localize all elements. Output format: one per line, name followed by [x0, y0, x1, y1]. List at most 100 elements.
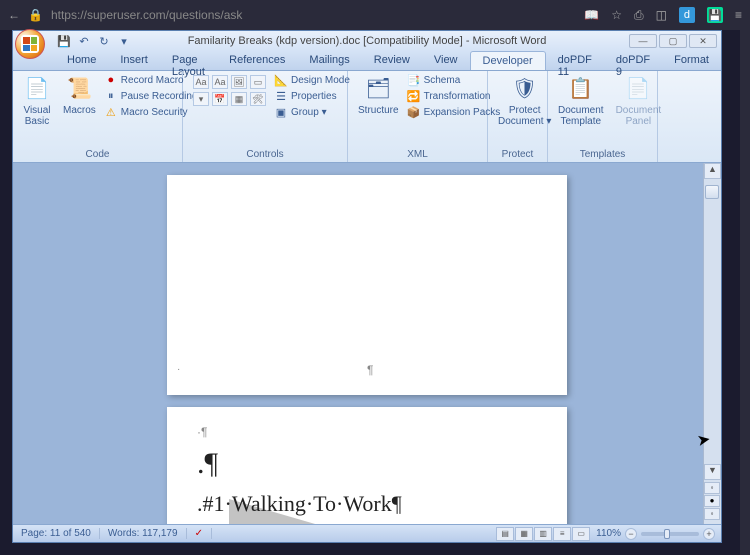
document-page-1[interactable]: · ¶	[167, 175, 567, 395]
block-control-icon[interactable]: ▦	[231, 92, 247, 106]
sidebar-icon[interactable]: ◫	[656, 8, 667, 22]
url-text[interactable]: https://superuser.com/questions/ask	[51, 8, 572, 22]
tab-mailings[interactable]: Mailings	[297, 51, 361, 70]
visual-basic-icon: 📄	[23, 75, 51, 103]
minimize-button[interactable]: —	[629, 34, 657, 48]
group-label-controls: Controls	[183, 149, 347, 160]
ribbon: 📄Visual Basic 📜Macros ●Record Macro ⏸Pau…	[13, 71, 721, 163]
tab-format[interactable]: Format	[662, 51, 721, 70]
qat-undo-icon[interactable]: ↶	[77, 34, 91, 48]
group-button[interactable]: ▣Group ▾	[274, 105, 350, 119]
tab-references[interactable]: References	[217, 51, 297, 70]
tab-page-layout[interactable]: Page Layout	[160, 51, 217, 70]
tab-dopdf11[interactable]: doPDF 11	[546, 51, 604, 70]
close-button[interactable]: ✕	[689, 34, 717, 48]
properties-button[interactable]: ☰Properties	[274, 89, 350, 103]
legacy-control-icon[interactable]: 🛠	[250, 92, 266, 106]
qat-save-icon[interactable]: 💾	[57, 34, 71, 48]
view-buttons: ▤ ▦ ▥ ≡ ▭	[496, 527, 590, 541]
transformation-icon: 🔁	[407, 89, 421, 103]
visual-basic-button[interactable]: 📄Visual Basic	[19, 73, 55, 129]
title-bar: 💾 ↶ ↻ ▾ Familarity Breaks (kdp version).…	[13, 31, 721, 51]
group-label-protect: Protect	[488, 149, 547, 160]
browse-object-icon[interactable]: ●	[704, 495, 720, 507]
ribbon-group-templates: 📋Document Template 📄Document Panel Templ…	[548, 71, 658, 162]
group-label-xml: XML	[348, 149, 487, 160]
web-layout-view-icon[interactable]: ▥	[534, 527, 552, 541]
document-page-2[interactable]: ·¶ .¶ .#1·Walking·To·Work¶	[167, 407, 567, 524]
document-panel-button[interactable]: 📄Document Panel	[612, 73, 666, 129]
design-mode-icon: 📐	[274, 73, 288, 87]
qat-redo-icon[interactable]: ↻	[97, 34, 111, 48]
date-control-icon[interactable]: 📅	[212, 92, 228, 106]
design-mode-button[interactable]: 📐Design Mode	[274, 73, 350, 87]
protect-icon: 🛡	[511, 75, 539, 103]
prev-page-icon[interactable]: ◦	[704, 482, 720, 494]
tab-view[interactable]: View	[422, 51, 470, 70]
security-icon: ⚠	[104, 105, 118, 119]
zoom-slider[interactable]	[641, 532, 699, 536]
quick-access-toolbar: 💾 ↶ ↻ ▾	[57, 34, 131, 48]
vertical-scrollbar[interactable]: ▲ ▼ ◦ ● ◦	[703, 163, 721, 524]
zoom-slider-thumb[interactable]	[664, 529, 670, 539]
ribbon-tabs: Home Insert Page Layout References Maili…	[13, 51, 721, 71]
zoom-percent[interactable]: 110%	[596, 528, 621, 539]
ribbon-group-controls: AaAa🖼▭ ▾📅▦🛠 📐Design Mode ☰Properties ▣Gr…	[183, 71, 348, 162]
browser-scrollbar[interactable]	[740, 30, 750, 555]
library-icon[interactable]: ⎙	[634, 8, 644, 23]
zoom-in-button[interactable]: +	[703, 528, 715, 540]
combo-control-icon[interactable]: ▭	[250, 75, 266, 89]
print-layout-view-icon[interactable]: ▤	[496, 527, 514, 541]
doc-line-3[interactable]: .#1·Walking·To·Work¶	[197, 491, 537, 517]
picture-control-icon[interactable]: 🖼	[231, 75, 247, 89]
record-icon: ●	[104, 73, 118, 87]
office-button[interactable]	[15, 29, 45, 59]
transformation-button[interactable]: 🔁Transformation	[407, 89, 501, 103]
ribbon-group-protect: 🛡Protect Document ▾ Protect	[488, 71, 548, 162]
menu-icon[interactable]: ≡	[735, 8, 742, 22]
scroll-down-icon[interactable]: ▼	[704, 464, 721, 480]
back-icon[interactable]: ←	[8, 8, 20, 22]
outline-view-icon[interactable]: ≡	[553, 527, 571, 541]
document-area[interactable]: · ¶ ·¶ .¶ .#1·Walking·To·Work¶	[13, 163, 721, 524]
tab-dopdf9[interactable]: doPDF 9	[604, 51, 662, 70]
doc-template-icon: 📋	[567, 75, 595, 103]
browser-address-bar: ← 🔒 https://superuser.com/questions/ask …	[0, 0, 750, 30]
save-page-icon[interactable]: 💾	[707, 7, 723, 23]
page-status[interactable]: Page: 11 of 540	[13, 528, 100, 539]
tab-insert[interactable]: Insert	[108, 51, 160, 70]
macros-button[interactable]: 📜Macros	[59, 73, 100, 118]
maximize-button[interactable]: ▢	[659, 34, 687, 48]
richtext-control-icon[interactable]: Aa	[193, 75, 209, 89]
tab-developer[interactable]: Developer	[470, 51, 546, 70]
extension-d-icon[interactable]: d	[679, 7, 695, 23]
text-control-icon[interactable]: Aa	[212, 75, 228, 89]
structure-icon: 🗂	[364, 75, 392, 103]
scroll-up-icon[interactable]: ▲	[704, 163, 721, 179]
document-template-button[interactable]: 📋Document Template	[554, 73, 608, 129]
word-count[interactable]: Words: 117,179	[100, 528, 187, 539]
word-window: 💾 ↶ ↻ ▾ Familarity Breaks (kdp version).…	[12, 30, 722, 543]
expansion-packs-button[interactable]: 📦Expansion Packs	[407, 105, 501, 119]
protect-document-button[interactable]: 🛡Protect Document ▾	[494, 73, 555, 129]
doc-panel-icon: 📄	[624, 75, 652, 103]
tab-home[interactable]: Home	[55, 51, 108, 70]
zoom-out-button[interactable]: −	[625, 528, 637, 540]
star-icon[interactable]: ☆	[611, 8, 622, 22]
doc-line-2: .¶	[197, 447, 537, 481]
scroll-thumb[interactable]	[705, 185, 719, 199]
tab-review[interactable]: Review	[362, 51, 422, 70]
next-page-icon[interactable]: ◦	[704, 508, 720, 520]
proofing-status[interactable]: ✓	[187, 528, 212, 539]
schema-button[interactable]: 📑Schema	[407, 73, 501, 87]
structure-button[interactable]: 🗂Structure	[354, 73, 403, 118]
qat-customize-icon[interactable]: ▾	[117, 34, 131, 48]
dropdown-control-icon[interactable]: ▾	[193, 92, 209, 106]
group-icon: ▣	[274, 105, 288, 119]
controls-gallery[interactable]: AaAa🖼▭ ▾📅▦🛠	[189, 73, 270, 108]
doc-line-1: ·¶	[197, 425, 537, 439]
full-screen-view-icon[interactable]: ▦	[515, 527, 533, 541]
schema-icon: 📑	[407, 73, 421, 87]
draft-view-icon[interactable]: ▭	[572, 527, 590, 541]
reader-mode-icon[interactable]: 📖	[584, 8, 599, 22]
